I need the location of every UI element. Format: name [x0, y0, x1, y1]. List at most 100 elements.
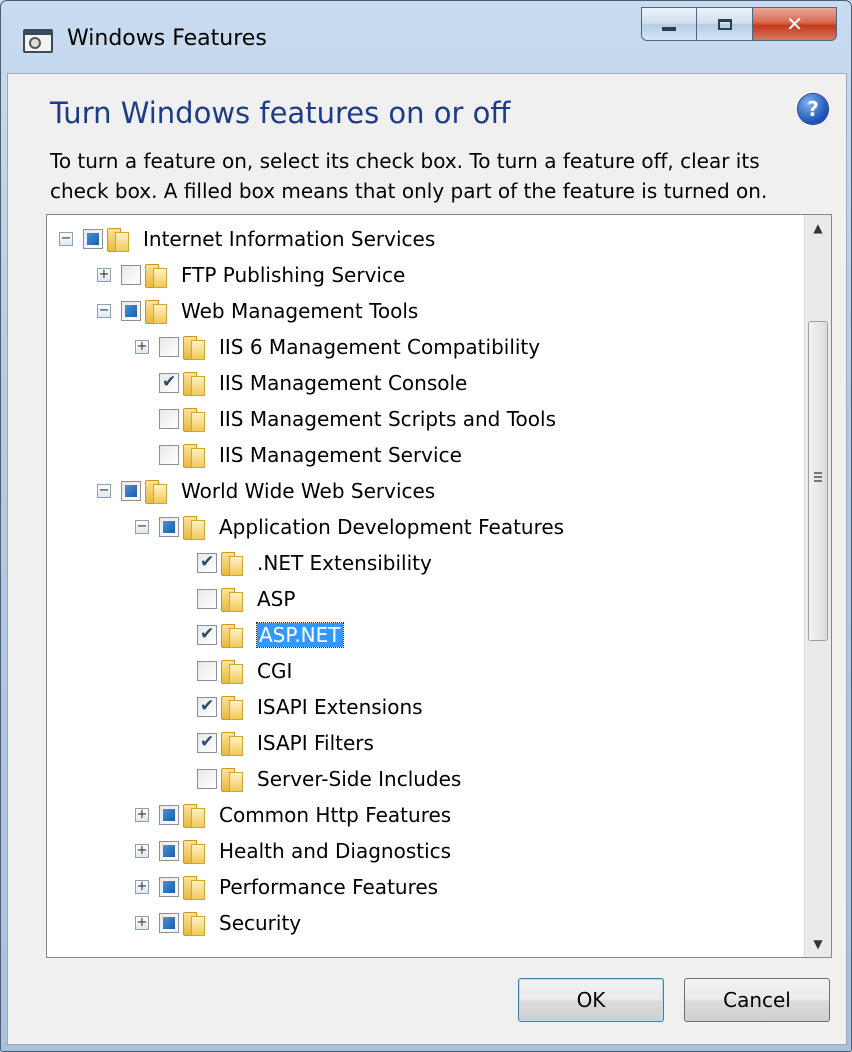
- minimize-button[interactable]: [641, 7, 697, 41]
- page-title: Turn Windows features on or off: [50, 96, 511, 130]
- tree-item[interactable]: ASP.NET: [173, 617, 344, 653]
- folder-icon: [181, 370, 205, 396]
- close-button[interactable]: ✕: [753, 7, 837, 41]
- tree-item[interactable]: − Internet Information Services: [59, 221, 435, 257]
- folder-icon: [219, 550, 243, 576]
- scroll-grip-icon: [814, 472, 822, 482]
- feature-checkbox[interactable]: [159, 805, 179, 825]
- tree-item[interactable]: + Security: [135, 905, 301, 941]
- maximize-icon: [717, 18, 732, 30]
- tree-item-label[interactable]: Health and Diagnostics: [219, 839, 451, 863]
- expand-icon[interactable]: +: [135, 916, 149, 930]
- feature-checkbox[interactable]: [83, 229, 103, 249]
- tree-item[interactable]: − Web Management Tools: [97, 293, 418, 329]
- folder-icon: [181, 910, 205, 936]
- feature-checkbox[interactable]: [197, 696, 217, 717]
- tree-item[interactable]: CGI: [173, 653, 292, 689]
- tree-item-label[interactable]: IIS Management Scripts and Tools: [219, 407, 556, 431]
- tree-item-label[interactable]: World Wide Web Services: [181, 479, 435, 503]
- tree-item[interactable]: Server-Side Includes: [173, 761, 461, 797]
- tree-item[interactable]: + FTP Publishing Service: [97, 257, 405, 293]
- tree-item-label[interactable]: ISAPI Filters: [257, 731, 374, 755]
- feature-checkbox[interactable]: [159, 372, 179, 393]
- cancel-button[interactable]: Cancel: [684, 978, 830, 1022]
- windows-features-window: Windows Features ✕ Turn Windows features…: [0, 0, 852, 1052]
- maximize-button[interactable]: [697, 7, 753, 41]
- tree-item-label[interactable]: Internet Information Services: [143, 227, 435, 251]
- feature-checkbox[interactable]: [197, 661, 217, 681]
- feature-checkbox[interactable]: [159, 409, 179, 429]
- tree-item[interactable]: − Application Development Features: [135, 509, 564, 545]
- feature-checkbox[interactable]: [121, 481, 141, 501]
- feature-checkbox[interactable]: [159, 841, 179, 861]
- tree-item[interactable]: ISAPI Extensions: [173, 689, 423, 725]
- folder-icon: [105, 226, 129, 252]
- tree-item-label[interactable]: Web Management Tools: [181, 299, 418, 323]
- expand-icon[interactable]: +: [97, 268, 111, 282]
- feature-checkbox[interactable]: [121, 301, 141, 321]
- tree-item-label[interactable]: FTP Publishing Service: [181, 263, 405, 287]
- tree-item[interactable]: .NET Extensibility: [173, 545, 432, 581]
- folder-icon: [181, 442, 205, 468]
- expand-icon[interactable]: +: [135, 844, 149, 858]
- folder-icon: [219, 658, 243, 684]
- feature-checkbox[interactable]: [197, 589, 217, 609]
- vertical-scrollbar[interactable]: ▲ ▼: [804, 215, 831, 957]
- feature-checkbox[interactable]: [197, 732, 217, 753]
- folder-icon: [143, 262, 167, 288]
- scrollbar-thumb[interactable]: [808, 321, 828, 641]
- tree-item[interactable]: + IIS 6 Management Compatibility: [135, 329, 540, 365]
- tree-item-label[interactable]: IIS 6 Management Compatibility: [219, 335, 540, 359]
- folder-icon: [143, 478, 167, 504]
- tree-item[interactable]: ASP: [173, 581, 295, 617]
- tree-item-label[interactable]: Security: [219, 911, 301, 935]
- collapse-icon[interactable]: −: [97, 484, 111, 498]
- tree-item-label[interactable]: Common Http Features: [219, 803, 451, 827]
- tree-item[interactable]: + Performance Features: [135, 869, 438, 905]
- tree-item[interactable]: + Health and Diagnostics: [135, 833, 451, 869]
- dialog-body: Turn Windows features on or off ? To tur…: [7, 73, 847, 1045]
- window-title: Windows Features: [67, 26, 267, 51]
- expand-icon[interactable]: +: [135, 880, 149, 894]
- collapse-icon[interactable]: −: [59, 232, 73, 246]
- feature-checkbox[interactable]: [159, 445, 179, 465]
- feature-checkbox[interactable]: [197, 552, 217, 573]
- tree-item-label[interactable]: IIS Management Service: [219, 443, 462, 467]
- tree-item[interactable]: + Common Http Features: [135, 797, 451, 833]
- tree-item-label[interactable]: ASP: [257, 587, 295, 611]
- tree-item[interactable]: ISAPI Filters: [173, 725, 374, 761]
- feature-checkbox[interactable]: [159, 517, 179, 537]
- tree-item-label[interactable]: Performance Features: [219, 875, 438, 899]
- expand-icon[interactable]: +: [135, 808, 149, 822]
- tree-item-label[interactable]: .NET Extensibility: [257, 551, 432, 575]
- folder-icon: [181, 406, 205, 432]
- tree-item-label[interactable]: CGI: [257, 659, 292, 683]
- tree-item-label[interactable]: ASP.NET: [256, 622, 344, 648]
- tree-item[interactable]: IIS Management Console: [135, 365, 467, 401]
- folder-icon: [219, 694, 243, 720]
- tree-item-label[interactable]: Application Development Features: [219, 515, 564, 539]
- help-icon[interactable]: ?: [798, 94, 828, 124]
- tree-item[interactable]: IIS Management Scripts and Tools: [135, 401, 556, 437]
- collapse-icon[interactable]: −: [97, 304, 111, 318]
- folder-icon: [219, 622, 243, 648]
- feature-checkbox[interactable]: [159, 337, 179, 357]
- collapse-icon[interactable]: −: [135, 520, 149, 534]
- close-icon: ✕: [786, 12, 803, 36]
- features-tree[interactable]: − Internet Information Services + FTP Publi…: [46, 214, 832, 958]
- tree-item-label[interactable]: Server-Side Includes: [257, 767, 461, 791]
- ok-button[interactable]: OK: [518, 978, 664, 1022]
- feature-checkbox[interactable]: [121, 265, 141, 285]
- feature-checkbox[interactable]: [197, 769, 217, 789]
- feature-checkbox[interactable]: [159, 913, 179, 933]
- tree-item[interactable]: IIS Management Service: [135, 437, 462, 473]
- feature-checkbox[interactable]: [197, 624, 217, 645]
- feature-checkbox[interactable]: [159, 877, 179, 897]
- expand-icon[interactable]: +: [135, 340, 149, 354]
- tree-item-label[interactable]: IIS Management Console: [219, 371, 467, 395]
- title-bar[interactable]: Windows Features ✕: [1, 1, 851, 73]
- tree-item-label[interactable]: ISAPI Extensions: [257, 695, 423, 719]
- scroll-up-icon[interactable]: ▲: [807, 217, 829, 239]
- scroll-down-icon[interactable]: ▼: [807, 933, 829, 955]
- tree-item[interactable]: − World Wide Web Services: [97, 473, 435, 509]
